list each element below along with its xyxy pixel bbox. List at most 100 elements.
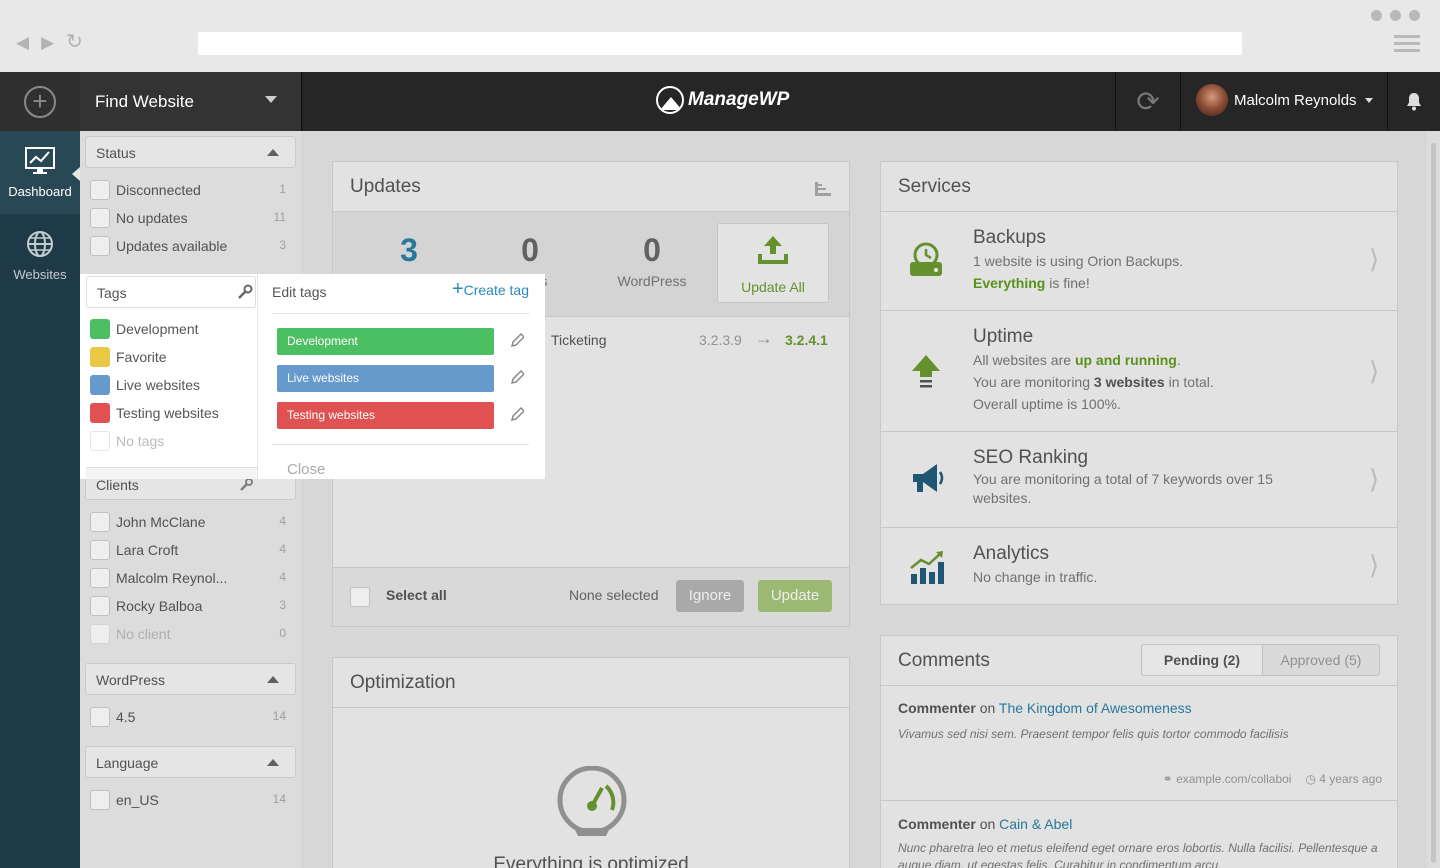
uptime-text: You are monitoring [973,374,1094,390]
filter-row[interactable]: 4.5 14 [90,706,290,728]
pencil-icon[interactable] [510,332,524,348]
tag-filter-item[interactable]: Testing websites [90,402,219,424]
find-website-dropdown[interactable]: Find Website [80,72,302,131]
tag-pill-development[interactable]: Development [277,328,494,355]
notifications-button[interactable] [1387,72,1440,131]
checkbox[interactable] [90,208,110,228]
browser-menu-icon[interactable] [1394,35,1420,56]
wrench-icon[interactable] [239,478,253,492]
filter-row[interactable]: Malcolm Reynol... 4 [90,567,290,589]
create-tag-button[interactable]: +Create tag [452,279,529,299]
filter-row[interactable]: Disconnected 1 [90,179,290,201]
update-item-name[interactable]: Ticketing [551,332,607,348]
service-seo[interactable]: SEO Ranking You are monitoring a total o… [881,432,1397,528]
tag-filter-item[interactable]: Development [90,318,199,340]
checkbox[interactable] [90,707,110,727]
filter-row: No client 0 [90,623,290,645]
analytics-desc: No change in traffic. [973,569,1098,585]
stat-wordpress[interactable]: 0 WordPress [592,232,712,289]
update-all-button[interactable]: Update All [717,223,829,303]
service-uptime[interactable]: Uptime All websites are up and running. … [881,311,1397,432]
checkbox [90,624,110,644]
globe-icon [27,231,53,257]
tab-approved[interactable]: Approved (5) [1262,644,1380,676]
reload-icon[interactable]: ↻ [66,32,83,53]
update-button[interactable]: Update [758,580,832,612]
browser-chrome: ◀ ▶ ↻ [0,0,1440,72]
filter-row[interactable]: Updates available 3 [90,235,290,257]
plus-icon: + [451,278,464,300]
select-all-checkbox[interactable] [350,587,370,607]
filter-row[interactable]: en_US 14 [90,789,290,811]
filter-count: 14 [272,792,286,806]
optimization-title: Optimization [333,658,849,708]
collapse-icon[interactable] [267,759,279,766]
comment-meta: ⚭ example.com/collaboi ◷ 4 years ago [1163,772,1382,786]
dashboard-icon [25,147,55,174]
tag-label: Favorite [116,349,167,365]
logo-icon [656,86,684,114]
checkbox[interactable] [90,790,110,810]
forward-icon[interactable]: ▶ [41,33,54,53]
tag-filter-item[interactable]: Live websites [90,374,200,396]
tag-filter-item[interactable]: Favorite [90,346,167,368]
comment-post-link[interactable]: Cain & Abel [999,816,1072,832]
refresh-button[interactable]: ⟳ [1115,72,1181,131]
comment-post-link[interactable]: The Kingdom of Awesomeness [999,700,1192,716]
checkbox[interactable] [90,540,110,560]
filter-row[interactable]: John McClane 4 [90,511,290,533]
sort-icon[interactable] [815,182,831,196]
filter-count: 1 [279,182,286,196]
checkbox[interactable] [90,596,110,616]
page-scrollbar[interactable] [1427,131,1440,868]
uptime-text: in total. [1164,374,1214,390]
select-all-label[interactable]: Select all [386,587,447,603]
tag-pill-live[interactable]: Live websites [277,365,494,392]
collapse-icon[interactable] [267,149,279,156]
wordpress-filter-header[interactable]: WordPress [85,663,296,695]
filter-label: Malcolm Reynol... [116,570,228,586]
service-analytics[interactable]: Analytics No change in traffic. ⟩ [881,528,1397,604]
checkbox[interactable] [90,236,110,256]
filter-count: 3 [279,238,286,252]
clients-filter-title: Clients [96,477,139,493]
add-website-button[interactable]: + [0,72,80,131]
pencil-icon[interactable] [510,406,524,422]
ignore-button[interactable]: Ignore [676,580,744,612]
checkbox[interactable] [90,568,110,588]
collapse-icon[interactable] [267,676,279,683]
tab-pending[interactable]: Pending (2) [1141,644,1263,676]
status-filter-header[interactable]: Status [85,136,296,168]
pencil-icon[interactable] [510,369,524,385]
wrench-icon[interactable] [237,284,253,300]
managewp-logo[interactable]: ManageWP [656,86,789,114]
filter-row[interactable]: Lara Croft 4 [90,539,290,561]
back-icon[interactable]: ◀ [16,33,29,53]
tag-pill-testing[interactable]: Testing websites [277,402,494,429]
filter-count: 11 [273,210,286,224]
close-button[interactable]: Close [272,444,529,479]
rail-item-dashboard[interactable]: Dashboard [0,131,80,214]
tag-color-swatch [90,319,110,339]
rail-item-websites[interactable]: Websites [0,214,80,297]
checkbox[interactable] [90,512,110,532]
uptime-line-1: All websites are up and running. [973,349,1333,371]
tags-filter-title: Tags [97,285,127,301]
stat-number: 0 [521,232,539,268]
service-backups[interactable]: Backups 1 website is using Orion Backups… [881,212,1397,311]
comment-on: on [979,700,996,716]
filter-row[interactable]: No updates 11 [90,207,290,229]
checkbox[interactable] [90,180,110,200]
user-menu[interactable]: Malcolm Reynolds [1196,84,1373,116]
address-bar[interactable] [198,32,1242,55]
checkbox [90,431,110,451]
filter-label: en_US [116,792,159,808]
bell-icon [1407,92,1421,110]
language-filter-header[interactable]: Language [85,746,296,778]
tags-filter-header[interactable]: Tags [86,276,256,308]
filter-count: 3 [279,598,286,612]
scrollbar-thumb[interactable] [1431,143,1436,863]
comment-site[interactable]: ⚭ example.com/collaboi [1163,772,1292,786]
stat-plugins[interactable]: 3 [349,232,469,273]
filter-row[interactable]: Rocky Balboa 3 [90,595,290,617]
